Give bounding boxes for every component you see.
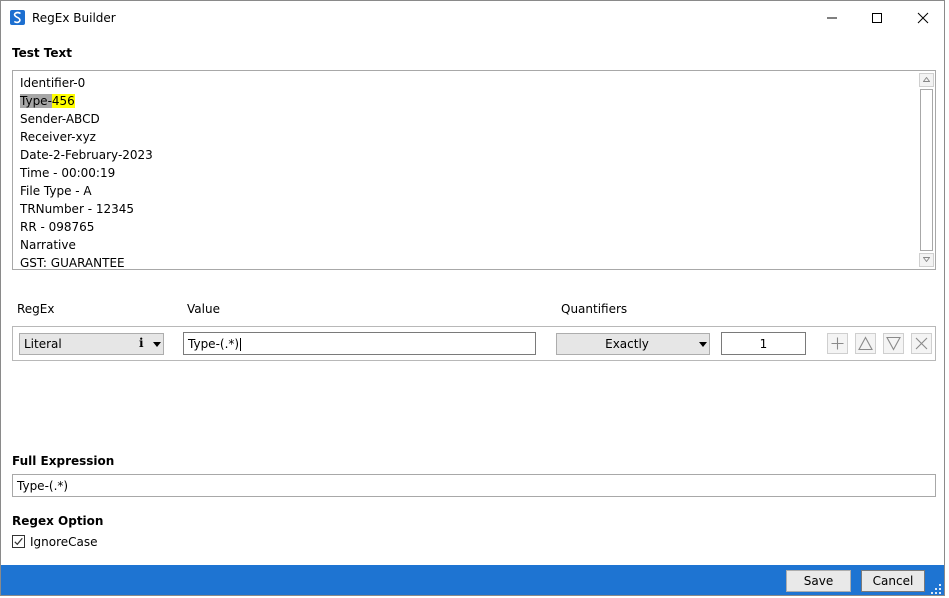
plus-icon <box>831 337 844 350</box>
regex-type-value: Literal <box>24 337 62 351</box>
test-text-line: Sender-ABCD <box>20 112 100 126</box>
test-text-line: RR - 098765 <box>20 220 95 234</box>
test-text-line: Identifier-0 <box>20 76 86 90</box>
value-column-header: Value <box>187 302 220 316</box>
scroll-down-button[interactable] <box>919 253 934 267</box>
move-down-icon <box>886 336 901 351</box>
test-text-line: Narrative <box>20 238 76 252</box>
chevron-down-icon <box>153 342 161 347</box>
scroll-up-button[interactable] <box>919 73 934 87</box>
quantifier-value: Exactly <box>605 337 649 351</box>
test-text-line-highlighted: Type-456 <box>20 92 153 110</box>
title-bar[interactable]: RegEx Builder <box>1 1 944 34</box>
group-highlight: 456 <box>51 94 75 108</box>
regex-column-header: RegEx <box>17 302 55 316</box>
scroll-down-icon <box>923 257 930 262</box>
regex-option-label: Regex Option <box>12 514 104 528</box>
quantifier-count-value: 1 <box>759 337 768 351</box>
quantifier-count-input[interactable]: 1 <box>721 332 806 355</box>
maximize-icon <box>872 13 882 23</box>
test-text-line: GST: GUARANTEE <box>20 256 125 270</box>
ignore-case-label: IgnoreCase <box>30 535 98 549</box>
quantifiers-column-header: Quantifiers <box>561 302 628 316</box>
delete-row-button[interactable] <box>911 333 932 354</box>
move-up-button[interactable] <box>855 333 876 354</box>
test-text-line: File Type - A <box>20 184 92 198</box>
test-text-label: Test Text <box>12 46 72 60</box>
full-expression-field[interactable]: Type-(.*) <box>12 474 936 497</box>
minimize-button[interactable] <box>818 7 846 29</box>
quantifier-dropdown[interactable]: Exactly <box>556 333 710 355</box>
regex-builder-window: RegEx Builder Test Text Identifier-0 Typ… <box>0 0 945 596</box>
delete-icon <box>915 337 928 350</box>
full-expression-value: Type-(.*) <box>17 479 69 493</box>
regex-type-dropdown[interactable]: Literal i <box>19 333 164 355</box>
test-text-lines: Identifier-0 Type-456 Sender-ABCD Receiv… <box>20 74 153 270</box>
save-button[interactable]: Save <box>786 570 851 592</box>
test-text-area[interactable]: Identifier-0 Type-456 Sender-ABCD Receiv… <box>12 70 936 270</box>
info-icon[interactable]: i <box>139 336 144 350</box>
scrollbar-thumb[interactable] <box>920 89 933 251</box>
add-row-button[interactable] <box>827 333 848 354</box>
move-up-icon <box>858 336 873 351</box>
text-caret <box>240 338 242 351</box>
chevron-down-icon <box>699 342 707 347</box>
dialog-footer: Save Cancel <box>1 565 944 595</box>
test-text-line: TRNumber - 12345 <box>20 202 135 216</box>
close-icon <box>917 12 929 24</box>
test-text-line: Date-2-February-2023 <box>20 148 153 162</box>
checkmark-icon <box>14 537 23 546</box>
test-text-line: Time - 00:00:19 <box>20 166 116 180</box>
cancel-button[interactable]: Cancel <box>861 570 925 592</box>
scroll-up-icon <box>923 77 930 82</box>
ignore-case-checkbox[interactable] <box>12 535 25 548</box>
window-title: RegEx Builder <box>32 11 116 25</box>
close-button[interactable] <box>909 7 937 29</box>
maximize-button[interactable] <box>863 7 891 29</box>
value-input[interactable]: Type-(.*) <box>183 332 536 355</box>
match-highlight: Type- <box>20 94 52 108</box>
move-down-button[interactable] <box>883 333 904 354</box>
test-text-line: Receiver-xyz <box>20 130 96 144</box>
regex-app-icon <box>10 10 25 25</box>
resize-grip-icon[interactable] <box>931 584 941 594</box>
vertical-scrollbar[interactable] <box>919 72 934 268</box>
expression-row: Literal i Type-(.*) Exactly 1 <box>12 326 936 361</box>
value-input-text: Type-(.*) <box>188 337 240 351</box>
minimize-icon <box>827 17 837 19</box>
full-expression-label: Full Expression <box>12 454 115 468</box>
